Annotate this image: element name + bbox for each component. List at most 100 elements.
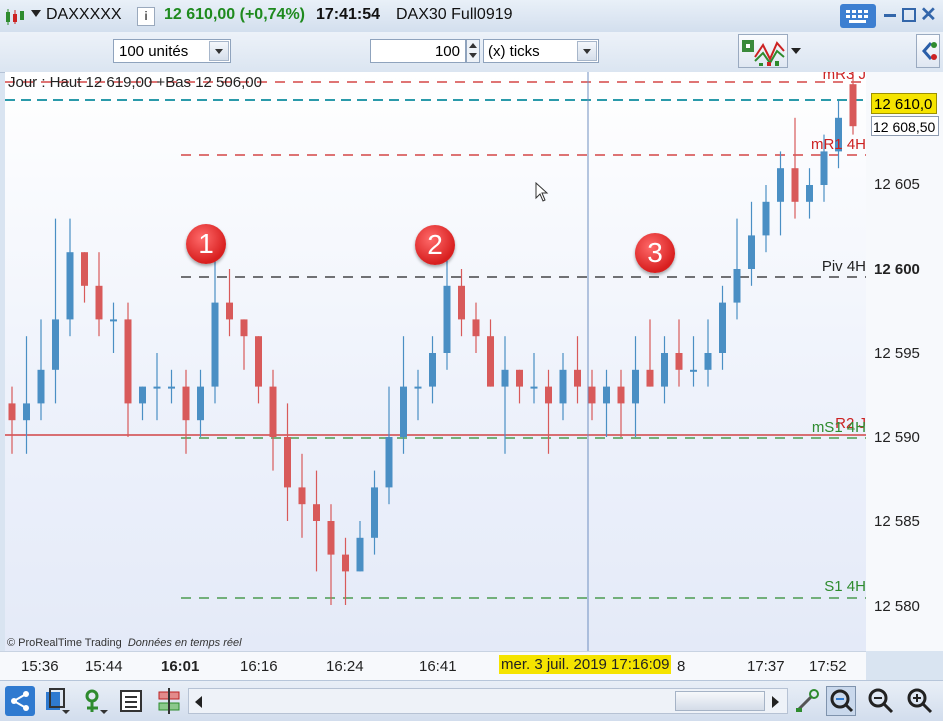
zoom-in-icon[interactable] xyxy=(905,686,935,716)
close-icon[interactable]: ✕ xyxy=(920,2,937,27)
x-tick-label: 16:41 xyxy=(419,658,457,675)
indicator-icon[interactable] xyxy=(82,686,112,716)
candle-body xyxy=(168,386,175,389)
candle-body xyxy=(487,336,494,387)
marker-1: 1 xyxy=(186,224,226,264)
x-tick-label: 16:01 xyxy=(161,658,200,675)
scroll-thumb[interactable] xyxy=(675,691,765,711)
indicator-chart-icon xyxy=(742,40,785,66)
chevron-down-icon[interactable] xyxy=(577,41,597,61)
candle-body xyxy=(791,168,799,202)
candle-body xyxy=(603,386,610,404)
candle-body xyxy=(139,386,146,404)
candle-body xyxy=(66,252,74,320)
level-mr1-label: mR1 4H xyxy=(810,136,866,153)
share-icon[interactable] xyxy=(5,686,35,716)
candle-body xyxy=(472,319,480,337)
chevron-down-icon[interactable] xyxy=(31,10,41,17)
list-icon[interactable] xyxy=(116,686,146,716)
candle-body xyxy=(516,369,523,387)
marker-3: 3 xyxy=(635,233,675,273)
level-ms1-label: mS1 4H xyxy=(811,419,866,436)
realtime-label: Données en temps réel xyxy=(127,637,242,649)
candle-body xyxy=(211,302,219,387)
unit-select[interactable]: (x) ticks xyxy=(483,39,599,63)
x-tick-label: 8 xyxy=(677,658,686,675)
candle-body xyxy=(37,369,45,404)
candle-body xyxy=(820,151,828,185)
candle-body xyxy=(95,285,103,320)
candle-body xyxy=(298,487,306,505)
y-tick-label: 12 600 xyxy=(874,261,920,278)
price-axis[interactable]: 12 610,0 12 608,50 12 605 12 600 12 595 … xyxy=(866,72,943,651)
maximize-icon[interactable] xyxy=(902,8,916,22)
candle-body xyxy=(748,235,755,269)
zoom-out-icon[interactable] xyxy=(866,686,896,716)
tick-value-input[interactable]: 100 xyxy=(370,39,466,63)
candle-body xyxy=(124,319,132,404)
indicators-dropdown[interactable] xyxy=(788,34,804,68)
scroll-right-icon[interactable] xyxy=(772,696,779,708)
x-tick-label: 16:16 xyxy=(240,658,278,675)
layout-icon[interactable] xyxy=(42,686,72,716)
candle-body xyxy=(849,84,857,127)
minimize-icon[interactable] xyxy=(884,14,896,17)
chart-type-icon[interactable] xyxy=(4,8,26,26)
settings-icon[interactable] xyxy=(792,686,822,716)
candle-body xyxy=(501,369,509,387)
candle-body xyxy=(269,386,277,437)
level-mr3-label: mR3 J xyxy=(822,72,866,83)
candle-body xyxy=(327,521,335,555)
clock-time: 17:41:54 xyxy=(316,6,381,23)
instrument-name[interactable]: DAXXXXX xyxy=(46,6,122,24)
candle-body xyxy=(52,319,59,370)
tick-stepper[interactable] xyxy=(466,39,480,63)
candle-body xyxy=(458,285,465,320)
candle-body xyxy=(545,386,552,404)
zoom-area-icon[interactable] xyxy=(826,686,856,716)
candle-body xyxy=(313,504,320,521)
candle-body xyxy=(646,369,654,387)
candle-body xyxy=(240,319,248,337)
quantity-select-value: 100 unités xyxy=(119,43,189,60)
quantity-select[interactable]: 100 unités xyxy=(113,39,231,63)
time-axis[interactable]: 15:36 15:44 16:01 16:16 16:24 16:41 mer.… xyxy=(0,651,866,681)
title-bar: DAXXXXX i 12 610,00 (+0,74%) 17:41:54 DA… xyxy=(0,0,943,33)
stepper-down-icon[interactable] xyxy=(469,53,477,58)
horizontal-scrollbar[interactable] xyxy=(188,688,788,714)
candle-body xyxy=(356,537,364,572)
candle-body xyxy=(632,369,639,404)
candle-body xyxy=(719,302,726,353)
scroll-left-icon[interactable] xyxy=(195,696,202,708)
info-icon[interactable]: i xyxy=(137,7,155,26)
price-chart[interactable]: Jour : Haut 12 619,00 +Bas 12 506,00 mR3… xyxy=(5,72,866,651)
last-price-tag: 12 610,0 xyxy=(871,93,937,114)
candle-body xyxy=(559,369,567,404)
y-tick-label: 12 590 xyxy=(874,429,920,446)
candle-body xyxy=(690,369,697,372)
candle-body xyxy=(733,269,741,303)
candle-body xyxy=(429,353,436,387)
level-piv-label: Piv 4H xyxy=(821,258,866,275)
x-tick-label: 17:52 xyxy=(809,658,847,675)
stepper-up-icon[interactable] xyxy=(469,43,477,48)
candle-body xyxy=(371,487,378,538)
candlestick-plot xyxy=(5,72,866,651)
keyboard-icon[interactable] xyxy=(840,4,876,28)
candle-body xyxy=(762,201,770,236)
x-tick-label: 15:36 xyxy=(21,658,59,675)
compare-icon[interactable] xyxy=(154,686,184,716)
candle-body xyxy=(777,168,784,202)
side-panel-toggle[interactable] xyxy=(916,34,940,68)
candle-body xyxy=(153,386,161,389)
indicators-button[interactable] xyxy=(738,34,788,68)
tick-value: 100 xyxy=(434,43,460,60)
candle-body xyxy=(182,386,190,421)
order-toolbar: 100 unités 100 (x) ticks xyxy=(0,32,943,73)
chevron-down-icon[interactable] xyxy=(209,41,229,61)
copyright-text: © ProRealTime Trading Données en temps r… xyxy=(7,637,242,649)
cursor-price-tag: 12 608,50 xyxy=(871,116,939,136)
candle-body xyxy=(385,437,393,488)
panel-toggle-icon xyxy=(922,42,937,60)
candle-body xyxy=(588,386,596,404)
